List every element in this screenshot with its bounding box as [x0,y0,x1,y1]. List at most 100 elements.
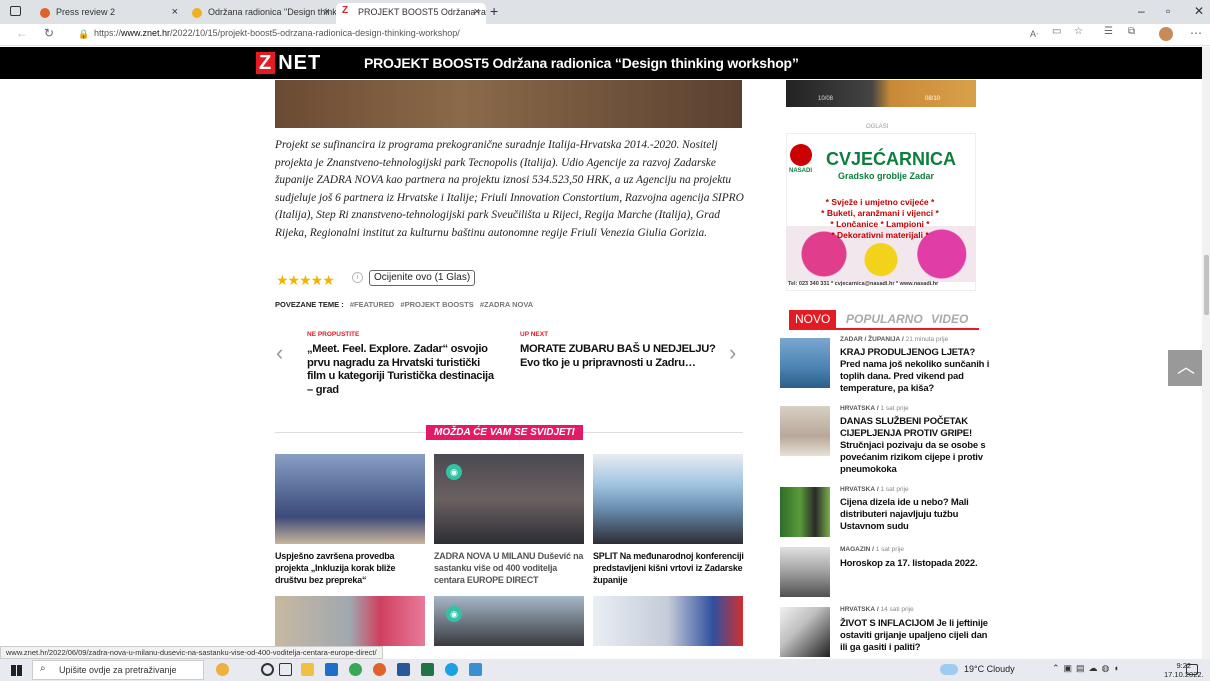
lock-icon[interactable]: 🔒 [78,29,89,40]
tab-novo[interactable]: NOVO [789,310,837,328]
ad-title: CVJEĆARNICA [826,149,957,169]
related-image[interactable] [593,596,743,646]
nasadi-logo-icon [790,144,812,166]
chrome-icon[interactable] [349,663,362,676]
file-explorer-icon[interactable] [301,663,314,676]
rating-tooltip: Ocijenite ovo (1 Glas) [369,270,476,286]
new-tab-icon[interactable]: + [490,3,498,19]
tab-popularno[interactable]: POPULARNO [846,312,923,326]
news-thumbnail[interactable] [780,547,830,597]
related-image[interactable] [275,454,425,544]
favorites-icon[interactable]: ☰ [1104,26,1113,37]
znet-favicon-icon: Z [342,5,349,16]
tag-link[interactable]: #ZADRA NOVA [480,300,533,309]
ad-date-left: 10/08 [818,96,834,102]
related-heading: MOŽDA ĆE VAM SE SVIDJETI [426,425,583,440]
camera-icon: ◉ [446,464,462,480]
top-ad-banner[interactable] [786,80,976,107]
tag-link[interactable]: #PROJEKT BOOSTS [400,300,473,309]
restore-icon[interactable]: ▫ [1166,4,1170,18]
taskbar-search-input[interactable]: Upišite ovdje za pretraživanje [32,660,204,680]
scroll-to-top-icon[interactable]: ︿ [1168,350,1204,386]
related-image[interactable] [275,596,425,646]
minimize-icon[interactable]: – [1138,4,1145,18]
tab-underline [789,328,979,330]
tab-video[interactable]: VIDEO [931,312,968,326]
next-arrow-icon[interactable]: › [729,340,736,366]
related-topics: POVEZANE TEME : #FEATURED #PROJEKT BOOST… [275,300,534,309]
next-post-title[interactable]: MORATE ZUBARU BAŠ U NEDJELJU? Evo tko je… [520,343,720,370]
related-title[interactable]: ZADRA NOVA U MILANU Dušević na sastanku … [434,550,586,586]
prev-post-title[interactable]: „Meet. Feel. Explore. Zadar“ osvojio prv… [307,343,497,397]
firefox-icon[interactable] [373,663,386,676]
refresh-icon[interactable]: ↻ [44,26,54,40]
ad-brand: NASADI [789,168,813,174]
related-title[interactable]: SPLIT Na međunarodnoj konferenciji preds… [593,550,745,586]
tag-link[interactable]: #FEATURED [350,300,394,309]
prev-arrow-icon[interactable]: ‹ [276,340,283,366]
camera-icon: ◉ [446,606,462,622]
header-article-title: PROJEKT BOOST5 Održana radionica “Design… [364,55,799,71]
url-field[interactable]: https://www.znet.hr/2022/10/15/projekt-b… [94,28,460,38]
notifications-icon[interactable] [1186,664,1198,675]
tab-press-review[interactable]: Press review 2 × [34,3,184,24]
news-title[interactable]: KRAJ PRODULJENOG LJETA? Pred nama još ne… [840,347,990,395]
edge-icon[interactable] [445,663,458,676]
ad-contact: Tel: 023 340 331 * cvjecarnica@nasadi.hr… [788,281,939,287]
news-title[interactable]: Cijena dizela ide u nebo? Mali distribut… [840,497,990,533]
app-icon[interactable] [469,663,482,676]
tab-actions-icon[interactable] [10,6,21,16]
related-title[interactable]: Uspješno završena provedba projekta „Ink… [275,550,427,586]
tab-favicon-icon [192,8,202,18]
cortana-icon[interactable] [216,663,229,676]
news-title[interactable]: ŽIVOT S INFLACIJOM Je li jeftinije ostav… [840,618,990,654]
back-icon[interactable]: ← [16,26,28,40]
page-scrollbar[interactable] [1202,47,1210,659]
news-meta: ZADAR / ŽUPANIJA / 21 minuta prije [840,336,949,343]
tab-odrzana-radionica[interactable]: Održana radionica "Design think × [186,3,336,24]
reader-view-icon[interactable]: ▭ [1052,26,1061,37]
article-paragraph: Projekt se sufinancira iz programa preko… [275,139,744,239]
tab-favicon-icon [40,8,50,18]
prev-post-label: NE PROPUSTITE [307,331,360,338]
article-hero-image [275,80,742,128]
more-icon[interactable]: ⋯ [1190,26,1202,40]
windows-start-icon[interactable] [11,665,22,676]
word-icon[interactable] [397,663,410,676]
search-icon: ⌕ [40,663,46,674]
news-thumbnail[interactable] [780,607,830,657]
news-thumbnail[interactable] [780,487,830,537]
next-post-label: UP NEXT [520,331,549,338]
profile-avatar[interactable] [1159,27,1173,41]
znet-logo[interactable]: Z NET [256,52,320,74]
read-aloud-icon[interactable]: Aᐧ [1030,29,1038,40]
close-icon[interactable]: × [172,6,178,18]
scrollbar-thumb[interactable] [1204,255,1209,315]
news-thumbnail[interactable] [780,338,830,388]
ads-label: OGLASI [866,124,889,130]
close-icon[interactable]: × [474,6,480,18]
news-title[interactable]: DANAS SLUŽBENI POČETAK CIJEPLJENJA PROTI… [840,416,990,476]
favorite-add-icon[interactable]: ☆ [1074,26,1083,37]
news-meta: HRVATSKA / 14 sati prije [840,606,914,613]
tray-icons[interactable]: ⌃▣▤☁◍◖ [1052,663,1123,674]
weather-icon [940,664,958,675]
close-icon[interactable]: × [324,6,330,18]
status-bar-url: www.znet.hr/2022/06/09/zadra-nova-u-mila… [0,646,383,659]
ad-text: * Svježe i umjetno cvijeće * * Buketi, a… [821,197,939,240]
news-thumbnail[interactable] [780,406,830,456]
ad-subtitle: Gradsko groblje Zadar [838,171,935,181]
window-close-icon[interactable]: ✕ [1194,4,1204,18]
store-icon[interactable] [325,663,338,676]
rating-stars[interactable]: ★★★★★ [276,272,335,289]
collections-icon[interactable]: ⧉ [1128,26,1135,37]
news-meta: HRVATSKA / 1 sat prije [840,405,909,412]
tab-projekt-boost5[interactable]: Z PROJEKT BOOST5 Održana radio × [336,3,486,24]
circle-icon[interactable] [261,663,274,676]
excel-icon[interactable] [421,663,434,676]
news-title[interactable]: Horoskop za 17. listopada 2022. [840,558,990,570]
weather-text[interactable]: 19°C Cloudy [964,664,1015,674]
task-view-icon[interactable] [279,663,292,676]
info-icon[interactable]: i [352,272,363,283]
related-image[interactable] [593,454,743,544]
